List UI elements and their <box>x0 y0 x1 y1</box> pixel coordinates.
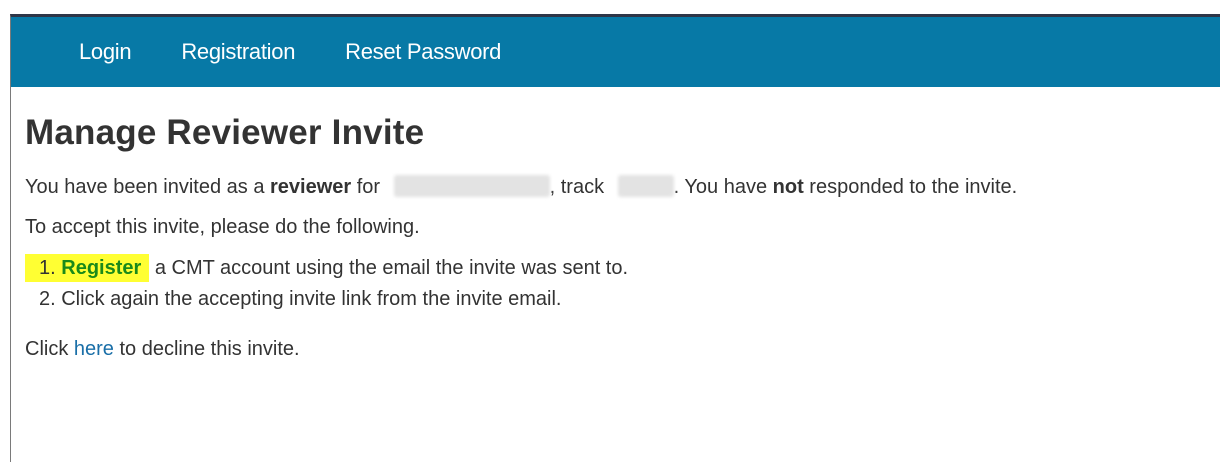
step-1-number: 1. <box>39 257 62 279</box>
nav-login-link[interactable]: Login <box>79 39 132 65</box>
invite-summary: You have been invited as a reviewer for … <box>25 175 1220 199</box>
main-content: Manage Reviewer Invite You have been inv… <box>25 113 1220 361</box>
intro-text-5: responded to the invite. <box>803 176 1018 198</box>
reviewer-role: reviewer <box>270 176 352 198</box>
not-emphasis: not <box>772 176 804 198</box>
page-title: Manage Reviewer Invite <box>25 113 425 152</box>
accept-instructions: To accept this invite, please do the fol… <box>25 216 420 238</box>
intro-text-4: . You have <box>673 176 773 198</box>
intro-text-1: You have been invited as a <box>25 176 271 198</box>
decline-here-link[interactable]: here <box>74 338 114 360</box>
decline-text-before: Click <box>25 338 74 360</box>
steps-list: 1. Register a CMT account using the emai… <box>25 253 1220 315</box>
app-frame: Login Registration Reset Password Manage… <box>10 14 1220 462</box>
intro-text-3: , track <box>549 176 610 198</box>
redacted-conference-name <box>393 175 550 197</box>
step-1-highlight: 1. Register <box>25 254 150 282</box>
top-navbar: Login Registration Reset Password <box>11 17 1220 87</box>
step-1: 1. Register a CMT account using the emai… <box>25 253 1220 284</box>
decline-text-after: to decline this invite. <box>113 338 300 360</box>
redacted-track-name <box>617 175 674 197</box>
nav-registration-link[interactable]: Registration <box>181 39 295 65</box>
nav-reset-password-link[interactable]: Reset Password <box>345 39 501 65</box>
register-link[interactable]: Register <box>61 257 141 279</box>
intro-text-2: for <box>351 176 386 198</box>
step-2: 2. Click again the accepting invite link… <box>39 288 562 310</box>
step-1-text: a CMT account using the email the invite… <box>149 257 629 279</box>
decline-line: Click here to decline this invite. <box>25 337 1220 361</box>
